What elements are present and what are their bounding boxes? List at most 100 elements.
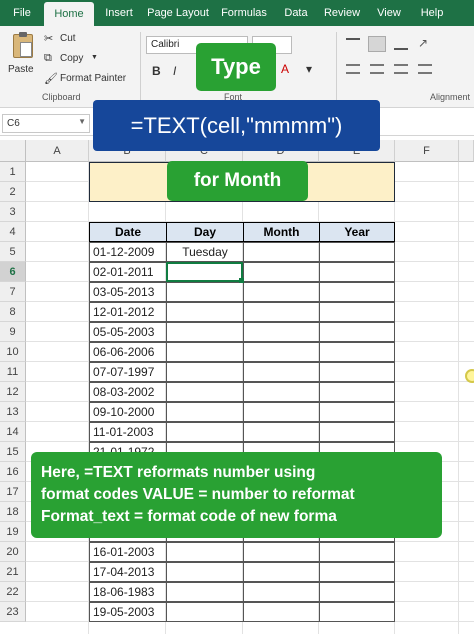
row-header-22[interactable]: 22 xyxy=(0,582,26,602)
align-center-icon[interactable] xyxy=(370,64,384,74)
month-cell[interactable] xyxy=(243,242,320,262)
date-cell[interactable]: 09-10-2000 xyxy=(89,402,167,422)
date-cell[interactable]: 08-03-2002 xyxy=(89,382,167,402)
copy-button[interactable]: ⧉ Copy ▼ xyxy=(44,52,104,66)
tab-file[interactable]: File xyxy=(0,0,44,26)
font-color-icon[interactable]: A xyxy=(281,62,289,76)
month-cell[interactable] xyxy=(243,542,320,562)
month-cell[interactable] xyxy=(243,422,320,442)
day-cell[interactable] xyxy=(166,562,244,582)
column-header-f[interactable]: F xyxy=(395,140,459,162)
tab-view[interactable]: View xyxy=(368,0,410,26)
row-header-1[interactable]: 1 xyxy=(0,162,26,182)
date-cell[interactable]: 07-07-1997 xyxy=(89,362,167,382)
align-left-icon[interactable] xyxy=(346,64,360,74)
day-cell[interactable]: Tuesday xyxy=(166,242,244,262)
day-cell[interactable] xyxy=(166,422,244,442)
paste-button[interactable]: Paste xyxy=(6,30,40,86)
tab-page-layout[interactable]: Page Layout xyxy=(144,0,212,26)
name-box[interactable]: C6 ▼ xyxy=(2,114,90,133)
row-header-12[interactable]: 12 xyxy=(0,382,26,402)
month-cell[interactable] xyxy=(243,302,320,322)
year-cell[interactable] xyxy=(319,302,395,322)
column-header-a[interactable]: A xyxy=(26,140,89,162)
row-header-2[interactable]: 2 xyxy=(0,182,26,202)
row-header-5[interactable]: 5 xyxy=(0,242,26,262)
tab-review[interactable]: Review xyxy=(316,0,368,26)
date-cell[interactable]: 12-01-2012 xyxy=(89,302,167,322)
row-header-18[interactable]: 18 xyxy=(0,502,26,522)
month-cell[interactable] xyxy=(243,362,320,382)
month-cell[interactable] xyxy=(243,262,320,282)
tab-help[interactable]: Help xyxy=(410,0,454,26)
row-header-13[interactable]: 13 xyxy=(0,402,26,422)
row-header-9[interactable]: 9 xyxy=(0,322,26,342)
row-header-14[interactable]: 14 xyxy=(0,422,26,442)
bold-icon[interactable]: B xyxy=(152,64,161,78)
row-header-3[interactable]: 3 xyxy=(0,202,26,222)
row-header-16[interactable]: 16 xyxy=(0,462,26,482)
date-cell[interactable]: 17-04-2013 xyxy=(89,562,167,582)
year-cell[interactable] xyxy=(319,362,395,382)
date-cell[interactable]: 11-01-2003 xyxy=(89,422,167,442)
align-top-icon[interactable] xyxy=(346,38,360,50)
date-cell[interactable]: 16-01-2003 xyxy=(89,542,167,562)
date-cell[interactable]: 06-06-2006 xyxy=(89,342,167,362)
row-header-17[interactable]: 17 xyxy=(0,482,26,502)
year-cell[interactable] xyxy=(319,402,395,422)
month-cell[interactable] xyxy=(243,582,320,602)
tab-formulas[interactable]: Formulas xyxy=(212,0,276,26)
year-cell[interactable] xyxy=(319,582,395,602)
row-header-4[interactable]: 4 xyxy=(0,222,26,242)
fill-handle[interactable] xyxy=(239,278,244,283)
indent-icon[interactable] xyxy=(418,64,432,74)
row-header-20[interactable]: 20 xyxy=(0,542,26,562)
day-cell[interactable] xyxy=(166,542,244,562)
align-right-icon[interactable] xyxy=(394,64,408,74)
row-header-11[interactable]: 11 xyxy=(0,362,26,382)
date-cell[interactable]: 18-06-1983 xyxy=(89,582,167,602)
month-cell[interactable] xyxy=(243,282,320,302)
row-header-8[interactable]: 8 xyxy=(0,302,26,322)
day-cell[interactable] xyxy=(166,382,244,402)
month-cell[interactable] xyxy=(243,342,320,362)
row-header-7[interactable]: 7 xyxy=(0,282,26,302)
day-cell[interactable] xyxy=(166,302,244,322)
align-bottom-icon[interactable] xyxy=(394,38,408,50)
year-cell[interactable] xyxy=(319,602,395,622)
cut-button[interactable]: ✂ Cut xyxy=(44,32,92,46)
month-cell[interactable] xyxy=(243,402,320,422)
day-cell[interactable] xyxy=(166,582,244,602)
font-color-chevron-icon[interactable]: ▾ xyxy=(306,62,312,76)
orientation-icon[interactable]: ↗ xyxy=(418,36,428,50)
day-cell[interactable] xyxy=(166,322,244,342)
year-cell[interactable] xyxy=(319,382,395,402)
date-cell[interactable]: 01-12-2009 xyxy=(89,242,167,262)
year-cell[interactable] xyxy=(319,262,395,282)
day-cell[interactable] xyxy=(166,362,244,382)
year-cell[interactable] xyxy=(319,422,395,442)
year-cell[interactable] xyxy=(319,242,395,262)
tab-data[interactable]: Data xyxy=(276,0,316,26)
year-cell[interactable] xyxy=(319,322,395,342)
year-cell[interactable] xyxy=(319,542,395,562)
align-middle-icon[interactable] xyxy=(368,36,386,52)
select-all-corner[interactable] xyxy=(0,140,26,162)
italic-icon[interactable]: I xyxy=(173,64,176,78)
date-cell[interactable]: 03-05-2013 xyxy=(89,282,167,302)
month-cell[interactable] xyxy=(243,382,320,402)
year-cell[interactable] xyxy=(319,282,395,302)
day-cell[interactable] xyxy=(166,402,244,422)
row-header-19[interactable]: 19 xyxy=(0,522,26,542)
month-cell[interactable] xyxy=(243,602,320,622)
date-cell[interactable]: 19-05-2003 xyxy=(89,602,167,622)
active-cell-c6[interactable] xyxy=(166,262,243,282)
date-cell[interactable]: 02-01-2011 xyxy=(89,262,167,282)
row-header-15[interactable]: 15 xyxy=(0,442,26,462)
day-cell[interactable] xyxy=(166,342,244,362)
row-header-23[interactable]: 23 xyxy=(0,602,26,622)
tab-insert[interactable]: Insert xyxy=(94,0,144,26)
day-cell[interactable] xyxy=(166,602,244,622)
format-painter-button[interactable]: 🖌 Format Painter xyxy=(44,72,136,86)
tab-home[interactable]: Home xyxy=(44,2,94,26)
